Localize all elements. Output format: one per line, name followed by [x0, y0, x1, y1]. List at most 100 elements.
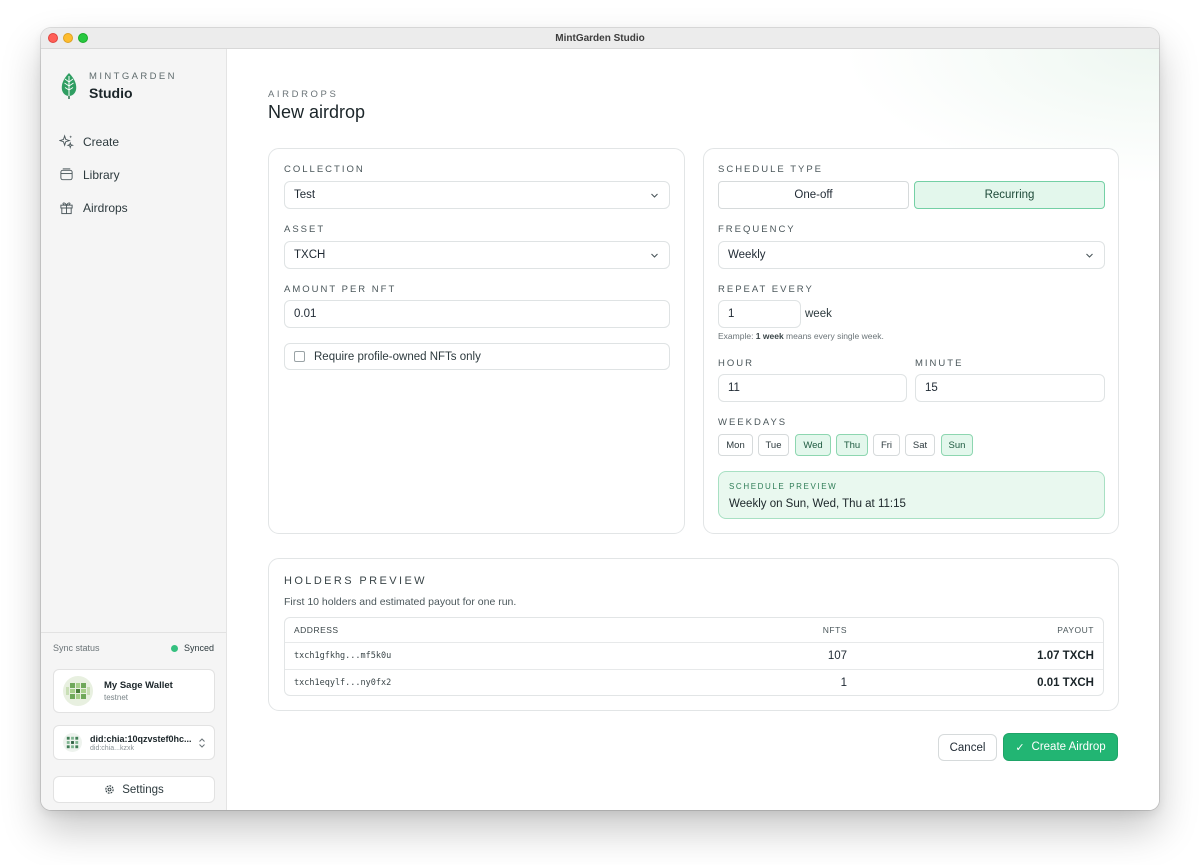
- holder-payout: 0.01 TXCH: [1037, 677, 1094, 689]
- asset-select[interactable]: TXCH: [284, 241, 670, 269]
- chevron-down-icon: [651, 193, 658, 198]
- settings-button[interactable]: Settings: [53, 776, 215, 803]
- frequency-label: FREQUENCY: [718, 224, 796, 235]
- sidebar-item-label: Create: [83, 134, 120, 149]
- holder-address: txch1gfkhg...mf5k0u: [294, 651, 392, 661]
- brand-kicker: MINTGARDEN: [89, 71, 177, 82]
- create-airdrop-label: Create Airdrop: [1031, 741, 1106, 753]
- column-header-payout: PAYOUT: [1057, 625, 1094, 635]
- holder-payout: 1.07 TXCH: [1037, 650, 1094, 662]
- asset-value: TXCH: [294, 249, 326, 261]
- holder-nfts: 107: [827, 650, 847, 662]
- settings-label: Settings: [122, 783, 164, 796]
- holders-table: ADDRESS NFTS PAYOUT txch1gfkhg...mf5k0u …: [284, 617, 1104, 696]
- sidebar-item-airdrops[interactable]: Airdrops: [53, 191, 215, 224]
- collection-select[interactable]: Test: [284, 181, 670, 209]
- amount-value: 0.01: [294, 308, 317, 320]
- sync-status-row: Sync status Synced: [53, 643, 214, 653]
- chevron-up-down-icon: [199, 737, 205, 748]
- table-row: txch1eqylf...ny0fx2 1 0.01 TXCH: [285, 669, 1103, 695]
- collection-label: COLLECTION: [284, 164, 365, 175]
- collection-value: Test: [294, 189, 316, 201]
- page-title: New airdrop: [268, 102, 366, 122]
- table-header: ADDRESS NFTS PAYOUT: [285, 618, 1103, 642]
- cancel-button[interactable]: Cancel: [938, 734, 997, 761]
- chevron-down-icon: [651, 253, 658, 258]
- main-content: AIRDROPS New airdrop COLLECTION Test ASS…: [227, 49, 1159, 810]
- repeat-input[interactable]: 1: [718, 300, 801, 328]
- hint-prefix: Example:: [718, 331, 756, 341]
- hint-suffix: means every single week.: [783, 331, 884, 341]
- chevron-down-icon: [1086, 253, 1093, 258]
- sidebar: MINTGARDEN Studio Create Library Airdrop…: [41, 49, 227, 810]
- sync-status-text: Synced: [183, 643, 214, 653]
- did-name: did:chia:10qzvstef0hc...: [90, 733, 192, 744]
- hour-label: HOUR: [718, 358, 754, 369]
- frequency-value: Weekly: [728, 249, 766, 261]
- brand-name: Studio: [89, 85, 133, 101]
- gift-icon: [60, 202, 73, 215]
- holders-subtitle: First 10 holders and estimated payout fo…: [284, 596, 517, 608]
- amount-input[interactable]: 0.01: [284, 300, 670, 328]
- sidebar-item-label: Airdrops: [83, 200, 128, 215]
- did-avatar: [63, 733, 82, 752]
- sidebar-item-library[interactable]: Library: [53, 158, 215, 191]
- sync-status-badge: Synced: [170, 643, 214, 653]
- weekday-mon[interactable]: Mon: [718, 434, 753, 456]
- hint-bold: 1 week: [755, 331, 784, 341]
- minimize-window-button[interactable]: [63, 33, 73, 43]
- wallet-name: My Sage Wallet: [104, 680, 173, 691]
- repeat-label: REPEAT EVERY: [718, 284, 814, 295]
- minute-input[interactable]: 15: [915, 374, 1105, 402]
- column-header-address: ADDRESS: [294, 625, 339, 635]
- amount-label: AMOUNT PER NFT: [284, 284, 397, 295]
- column-header-nfts: NFTS: [822, 625, 847, 635]
- repeat-unit: week: [805, 308, 832, 320]
- profile-owned-checkbox[interactable]: [294, 351, 305, 362]
- schedule-preview-text: Weekly on Sun, Wed, Thu at 11:15: [729, 498, 906, 510]
- holder-nfts: 1: [840, 677, 847, 689]
- repeat-value: 1: [728, 308, 735, 320]
- sidebar-item-create[interactable]: Create: [53, 125, 215, 158]
- weekday-fri[interactable]: Fri: [873, 434, 900, 456]
- close-window-button[interactable]: [48, 33, 58, 43]
- hour-input[interactable]: 11: [718, 374, 907, 402]
- holders-title: HOLDERS PREVIEW: [284, 575, 427, 587]
- wallet-network: testnet: [104, 693, 129, 702]
- minute-label: MINUTE: [915, 358, 964, 369]
- one-off-toggle[interactable]: One-off: [718, 181, 909, 209]
- recurring-toggle[interactable]: Recurring: [914, 181, 1105, 209]
- asset-label: ASSET: [284, 224, 326, 235]
- schedule-preview: SCHEDULE PREVIEW Weekly on Sun, Wed, Thu…: [718, 471, 1105, 519]
- minute-value: 15: [925, 382, 938, 394]
- did-selector[interactable]: did:chia:10qzvstef0hc... did:chia...kzxk: [53, 725, 215, 760]
- schedule-card: SCHEDULE TYPE One-off Recurring FREQUENC…: [703, 148, 1119, 534]
- airdrop-details-card: COLLECTION Test ASSET TXCH AMOUNT PER NF…: [268, 148, 685, 534]
- archive-icon: [60, 168, 73, 181]
- brand: MINTGARDEN Studio: [60, 71, 177, 101]
- sparkles-icon: [59, 134, 74, 149]
- wallet-selector[interactable]: My Sage Wallet testnet: [53, 669, 215, 713]
- hour-value: 11: [728, 382, 740, 394]
- holder-address: txch1eqylf...ny0fx2: [294, 678, 392, 688]
- window-title: MintGarden Studio: [555, 32, 645, 44]
- weekday-sat[interactable]: Sat: [905, 434, 935, 456]
- check-icon: ✓: [1015, 741, 1025, 754]
- gear-icon: [105, 785, 114, 794]
- weekday-thu[interactable]: Thu: [836, 434, 868, 456]
- weekdays-label: WEEKDAYS: [718, 417, 788, 428]
- profile-owned-label: Require profile-owned NFTs only: [314, 350, 481, 363]
- title-bar: MintGarden Studio: [41, 28, 1159, 49]
- sync-panel: Sync status Synced My Sage Wallet testne…: [41, 632, 226, 810]
- weekday-tue[interactable]: Tue: [758, 434, 789, 456]
- weekday-sun[interactable]: Sun: [941, 434, 973, 456]
- create-airdrop-button[interactable]: ✓ Create Airdrop: [1003, 733, 1118, 761]
- table-row: txch1gfkhg...mf5k0u 107 1.07 TXCH: [285, 642, 1103, 669]
- frequency-select[interactable]: Weekly: [718, 241, 1105, 269]
- sidebar-item-label: Library: [83, 167, 120, 182]
- wallet-avatar: [63, 676, 93, 706]
- sync-status-label: Sync status: [53, 643, 100, 653]
- maximize-window-button[interactable]: [78, 33, 88, 43]
- weekday-wed[interactable]: Wed: [795, 434, 831, 456]
- leaf-logo-icon: [61, 73, 77, 99]
